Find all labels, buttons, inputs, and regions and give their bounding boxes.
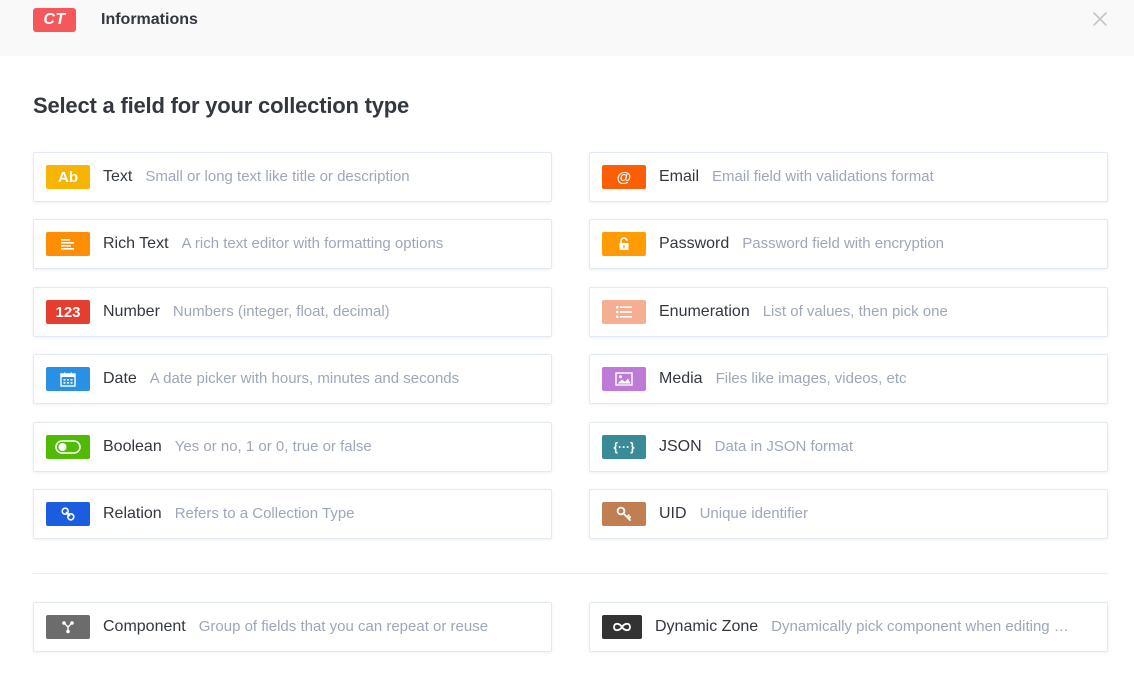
field-description: Dynamically pick component when editing … bbox=[771, 618, 1069, 635]
field-name: Password bbox=[659, 235, 730, 252]
field-boolean[interactable]: Boolean Yes or no, 1 or 0, true or false bbox=[33, 422, 552, 472]
field-relation[interactable]: Relation Refers to a Collection Type bbox=[33, 489, 552, 539]
field-description: Files like images, videos, etc bbox=[715, 370, 907, 387]
field-json[interactable]: {···} JSON Data in JSON format bbox=[589, 422, 1108, 472]
close-icon[interactable] bbox=[1090, 9, 1110, 29]
field-description: Unique identifier bbox=[699, 505, 808, 522]
lock-icon bbox=[602, 232, 646, 256]
key-icon bbox=[602, 502, 646, 526]
field-description: Email field with validations format bbox=[712, 168, 934, 185]
align-left-icon bbox=[46, 232, 90, 256]
at-icon: @ bbox=[602, 165, 646, 189]
field-name: Date bbox=[103, 370, 137, 387]
field-enumeration[interactable]: Enumeration List of values, then pick on… bbox=[589, 287, 1108, 337]
header-title: Informations bbox=[101, 11, 198, 28]
field-name: Email bbox=[659, 168, 700, 185]
text-icon: Ab bbox=[46, 165, 90, 189]
field-name: UID bbox=[659, 505, 687, 522]
field-name: JSON bbox=[659, 438, 702, 455]
field-description: A rich text editor with formatting optio… bbox=[181, 235, 444, 252]
field-name: Rich Text bbox=[103, 235, 169, 252]
field-text[interactable]: Ab Text Small or long text like title or… bbox=[33, 152, 552, 202]
field-description: A date picker with hours, minutes and se… bbox=[149, 370, 460, 387]
field-rich-text[interactable]: Rich Text A rich text editor with format… bbox=[33, 219, 552, 269]
fork-icon bbox=[46, 615, 90, 639]
section-divider bbox=[33, 573, 1108, 574]
field-description: Data in JSON format bbox=[714, 438, 854, 455]
field-name: Number bbox=[103, 303, 160, 320]
field-description: List of values, then pick one bbox=[762, 303, 948, 320]
image-icon bbox=[602, 367, 646, 391]
calendar-icon bbox=[46, 367, 90, 391]
field-name: Text bbox=[103, 168, 133, 185]
field-description: Group of fields that you can repeat or r… bbox=[198, 618, 489, 635]
list-icon bbox=[602, 300, 646, 324]
json-icon: {···} bbox=[602, 435, 646, 459]
field-uid[interactable]: UID Unique identifier bbox=[589, 489, 1108, 539]
field-name: Dynamic Zone bbox=[655, 618, 759, 635]
field-description: Refers to a Collection Type bbox=[174, 505, 355, 522]
field-date[interactable]: Date A date picker with hours, minutes a… bbox=[33, 354, 552, 404]
field-number[interactable]: 123 Number Numbers (integer, float, deci… bbox=[33, 287, 552, 337]
field-name: Boolean bbox=[103, 438, 162, 455]
link-icon bbox=[46, 502, 90, 526]
field-description: Small or long text like title or descrip… bbox=[145, 168, 410, 185]
field-description: Password field with encryption bbox=[742, 235, 945, 252]
field-password[interactable]: Password Password field with encryption bbox=[589, 219, 1108, 269]
field-media[interactable]: Media Files like images, videos, etc bbox=[589, 354, 1108, 404]
field-dynamic-zone[interactable]: Dynamic Zone Dynamically pick component … bbox=[589, 602, 1108, 652]
page-title: Select a field for your collection type bbox=[33, 93, 410, 118]
field-component[interactable]: Component Group of fields that you can r… bbox=[33, 602, 552, 652]
field-name: Component bbox=[103, 618, 186, 635]
infinity-icon bbox=[602, 615, 642, 639]
field-email[interactable]: @ Email Email field with validations for… bbox=[589, 152, 1108, 202]
field-name: Relation bbox=[103, 505, 162, 522]
field-description: Numbers (integer, float, decimal) bbox=[172, 303, 390, 320]
field-name: Enumeration bbox=[659, 303, 750, 320]
number-icon: 123 bbox=[46, 300, 90, 324]
field-name: Media bbox=[659, 370, 703, 387]
toggle-icon bbox=[46, 435, 90, 459]
modal-header: CT Informations bbox=[0, 0, 1134, 56]
field-description: Yes or no, 1 or 0, true or false bbox=[174, 438, 372, 455]
collection-type-badge: CT bbox=[33, 8, 76, 32]
